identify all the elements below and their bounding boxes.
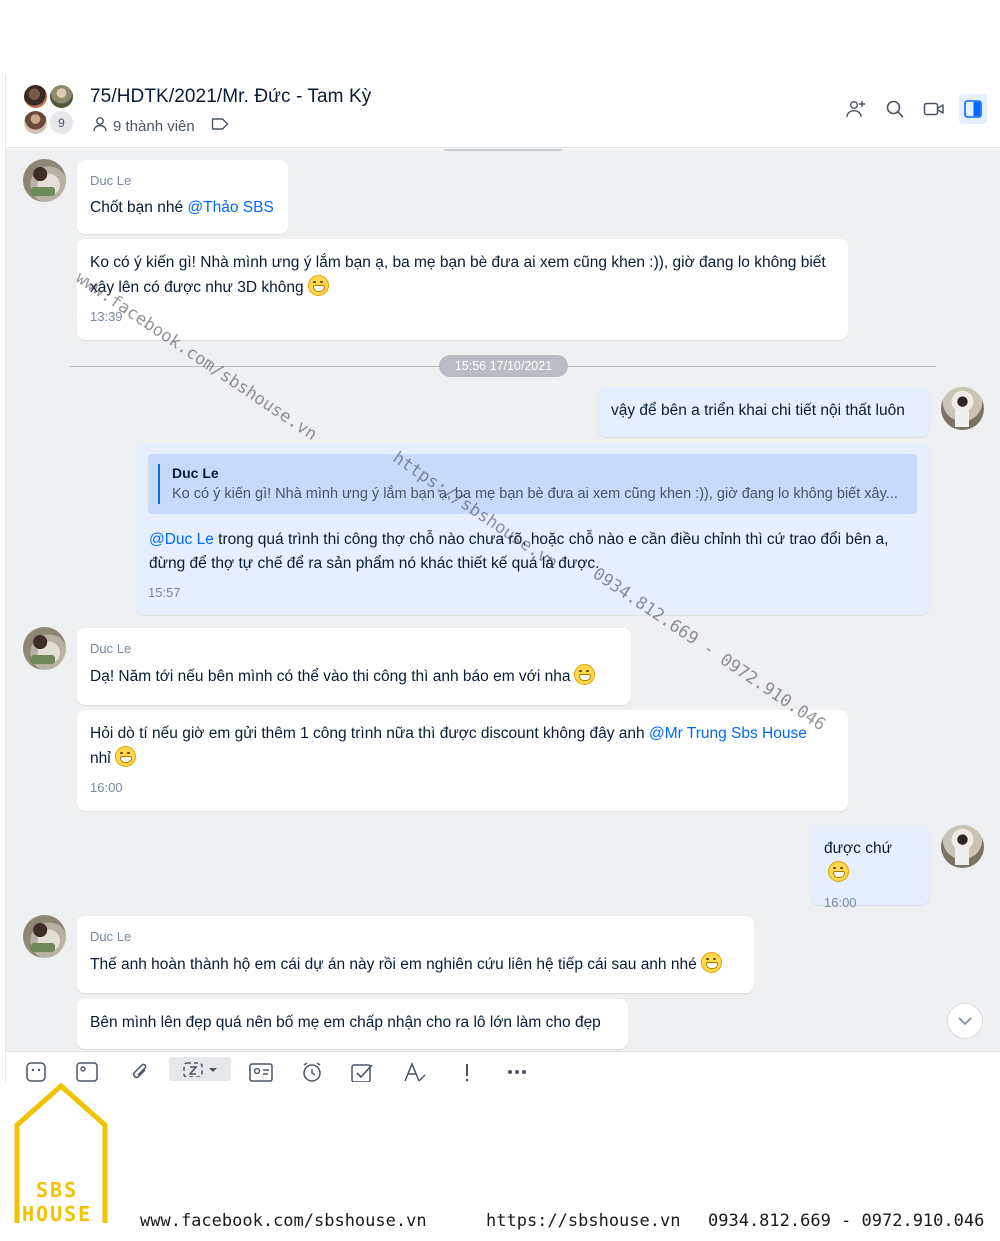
my-message-bubble[interactable]: được chứ 16:00 — [811, 825, 929, 910]
logo-text-top: SBS — [36, 1178, 79, 1202]
image-button[interactable] — [74, 1061, 100, 1082]
message-time: 13:39 — [90, 309, 123, 324]
message-text: Bên mình lên đẹp quá nên bố mẹ em chấp n… — [90, 1014, 601, 1031]
conversation-title[interactable]: 75/HDTK/2021/Mr. Đức - Tam Kỳ — [90, 86, 371, 108]
members-info[interactable]: 9 thành viên — [92, 116, 229, 136]
contact-card-button[interactable] — [248, 1061, 274, 1082]
member-avatar — [22, 109, 49, 136]
task-check-icon — [351, 1064, 373, 1082]
reminder-button[interactable] — [299, 1061, 325, 1082]
mention-link[interactable]: @Mr Trung Sbs House — [649, 725, 807, 742]
message-time: 16:00 — [824, 895, 857, 910]
chat-header: 9 75/HDTK/2021/Mr. Đức - Tam Kỳ 9 thành … — [6, 74, 1000, 148]
video-call-icon — [923, 102, 944, 116]
chat-window: 9 75/HDTK/2021/Mr. Đức - Tam Kỳ 9 thành … — [5, 74, 1000, 1082]
member-avatar — [48, 83, 75, 110]
sidebar-toggle-icon — [964, 100, 982, 118]
message-text: @Duc Le trong quá trình thi công thợ chỗ… — [149, 531, 889, 572]
sender-name: Duc Le — [90, 173, 132, 188]
contact-card-icon — [249, 1063, 273, 1082]
tag-icon[interactable] — [211, 117, 229, 135]
message-time: 16:00 — [90, 780, 123, 795]
member-count-badge: 9 — [48, 109, 75, 136]
image-icon — [76, 1062, 98, 1082]
grin-emoji-icon — [700, 952, 722, 973]
scroll-to-bottom-button[interactable] — [947, 1003, 983, 1039]
sbs-house-logo: SBS HOUSE — [14, 1082, 108, 1230]
text-format-button[interactable] — [402, 1061, 428, 1082]
screenshot-button[interactable] — [169, 1057, 231, 1081]
my-avatar[interactable] — [941, 387, 984, 430]
message-text: Hỏi dò tí nếu giờ em gửi thêm 1 công trì… — [90, 725, 807, 767]
message-bubble[interactable]: Duc Le Chốt bạn nhé @Thảo SBS — [77, 160, 288, 234]
search-icon — [886, 100, 904, 118]
message-bubble[interactable]: Duc Le Dạ! Năm tới nếu bên mình có thể v… — [77, 628, 631, 705]
footer-facebook: www.facebook.com/sbshouse.vn — [140, 1211, 427, 1231]
urgent-button[interactable] — [454, 1061, 480, 1082]
sticker-icon — [26, 1062, 46, 1082]
footer-phones: 0934.812.669 - 0972.910.046 — [708, 1211, 985, 1231]
message-list[interactable]: Duc Le Chốt bạn nhé @Thảo SBS Ko có ý ki… — [6, 149, 1000, 1051]
person-icon — [92, 116, 108, 136]
sender-name: Duc Le — [90, 929, 132, 944]
grin-emoji-icon — [307, 275, 329, 296]
more-options-button[interactable] — [504, 1061, 530, 1082]
message-bubble[interactable]: Ko có ý kiến gì! Nhà mình ưng ý lắm bạn … — [77, 239, 848, 340]
my-message-bubble[interactable]: vậy để bên a triển khai chi tiết nội thấ… — [598, 387, 929, 437]
composer-toolbar — [6, 1051, 1000, 1082]
avatar[interactable] — [23, 159, 66, 202]
message-time: 15:57 — [148, 585, 181, 600]
more-dots-icon — [508, 1070, 526, 1074]
video-call-button[interactable] — [920, 94, 948, 124]
quoted-message[interactable]: Duc Le Ko có ý kiến gì! Nhà mình ưng ý l… — [148, 454, 917, 514]
message-text: được chứ — [824, 837, 916, 886]
sidebar-toggle-button[interactable] — [959, 94, 987, 124]
message-text: vậy để bên a triển khai chi tiết nội thấ… — [611, 402, 905, 419]
add-member-icon — [846, 101, 865, 118]
grin-emoji-icon — [114, 746, 136, 767]
attach-button[interactable] — [127, 1061, 153, 1082]
footer-website: https://sbshouse.vn — [486, 1211, 681, 1231]
my-message-bubble[interactable]: Duc Le Ko có ý kiến gì! Nhà mình ưng ý l… — [136, 443, 929, 615]
grin-emoji-icon — [574, 664, 596, 685]
grin-emoji-icon — [828, 861, 849, 882]
chevron-down-icon — [958, 1017, 972, 1026]
logo-text-bottom: HOUSE — [22, 1202, 93, 1226]
header-actions — [842, 94, 987, 124]
screenshot-icon — [183, 1062, 217, 1077]
mention-link[interactable]: @Duc Le — [149, 531, 214, 548]
quoted-text: Ko có ý kiến gì! Nhà mình ưng ý lắm bạn … — [172, 486, 898, 502]
message-bubble[interactable]: Hỏi dò tí nếu giờ em gửi thêm 1 công trì… — [77, 710, 848, 811]
sender-name: Duc Le — [90, 641, 132, 656]
group-avatar[interactable]: 9 — [22, 83, 78, 139]
message-text: Chốt bạn nhé @Thảo SBS — [90, 199, 274, 216]
scroll-handle[interactable] — [444, 149, 562, 151]
message-text: Dạ! Năm tới nếu bên mình có thể vào thi … — [90, 664, 618, 689]
search-button[interactable] — [881, 94, 909, 124]
avatar[interactable] — [23, 627, 66, 670]
members-label: 9 thành viên — [113, 117, 195, 135]
alarm-clock-icon — [303, 1062, 321, 1082]
message-bubble[interactable]: Duc Le Thế anh hoàn thành hộ em cái dự á… — [77, 916, 754, 993]
member-avatar — [22, 83, 49, 110]
paperclip-icon — [132, 1063, 147, 1079]
text-format-icon — [404, 1062, 426, 1082]
my-avatar[interactable] — [941, 825, 984, 868]
mention-link[interactable]: @Thảo SBS — [187, 199, 273, 216]
message-text: Ko có ý kiến gì! Nhà mình ưng ý lắm bạn … — [90, 254, 826, 296]
quoted-sender: Duc Le — [172, 465, 219, 481]
exclamation-icon — [465, 1064, 469, 1082]
date-divider: 15:56 17/10/2021 — [439, 355, 568, 377]
message-bubble[interactable]: Bên mình lên đẹp quá nên bố mẹ em chấp n… — [77, 999, 628, 1049]
task-button[interactable] — [350, 1061, 376, 1082]
sticker-button[interactable] — [23, 1061, 49, 1082]
avatar[interactable] — [23, 915, 66, 958]
message-text: Thế anh hoàn thành hộ em cái dự án này r… — [90, 952, 741, 977]
add-member-button[interactable] — [842, 94, 870, 124]
